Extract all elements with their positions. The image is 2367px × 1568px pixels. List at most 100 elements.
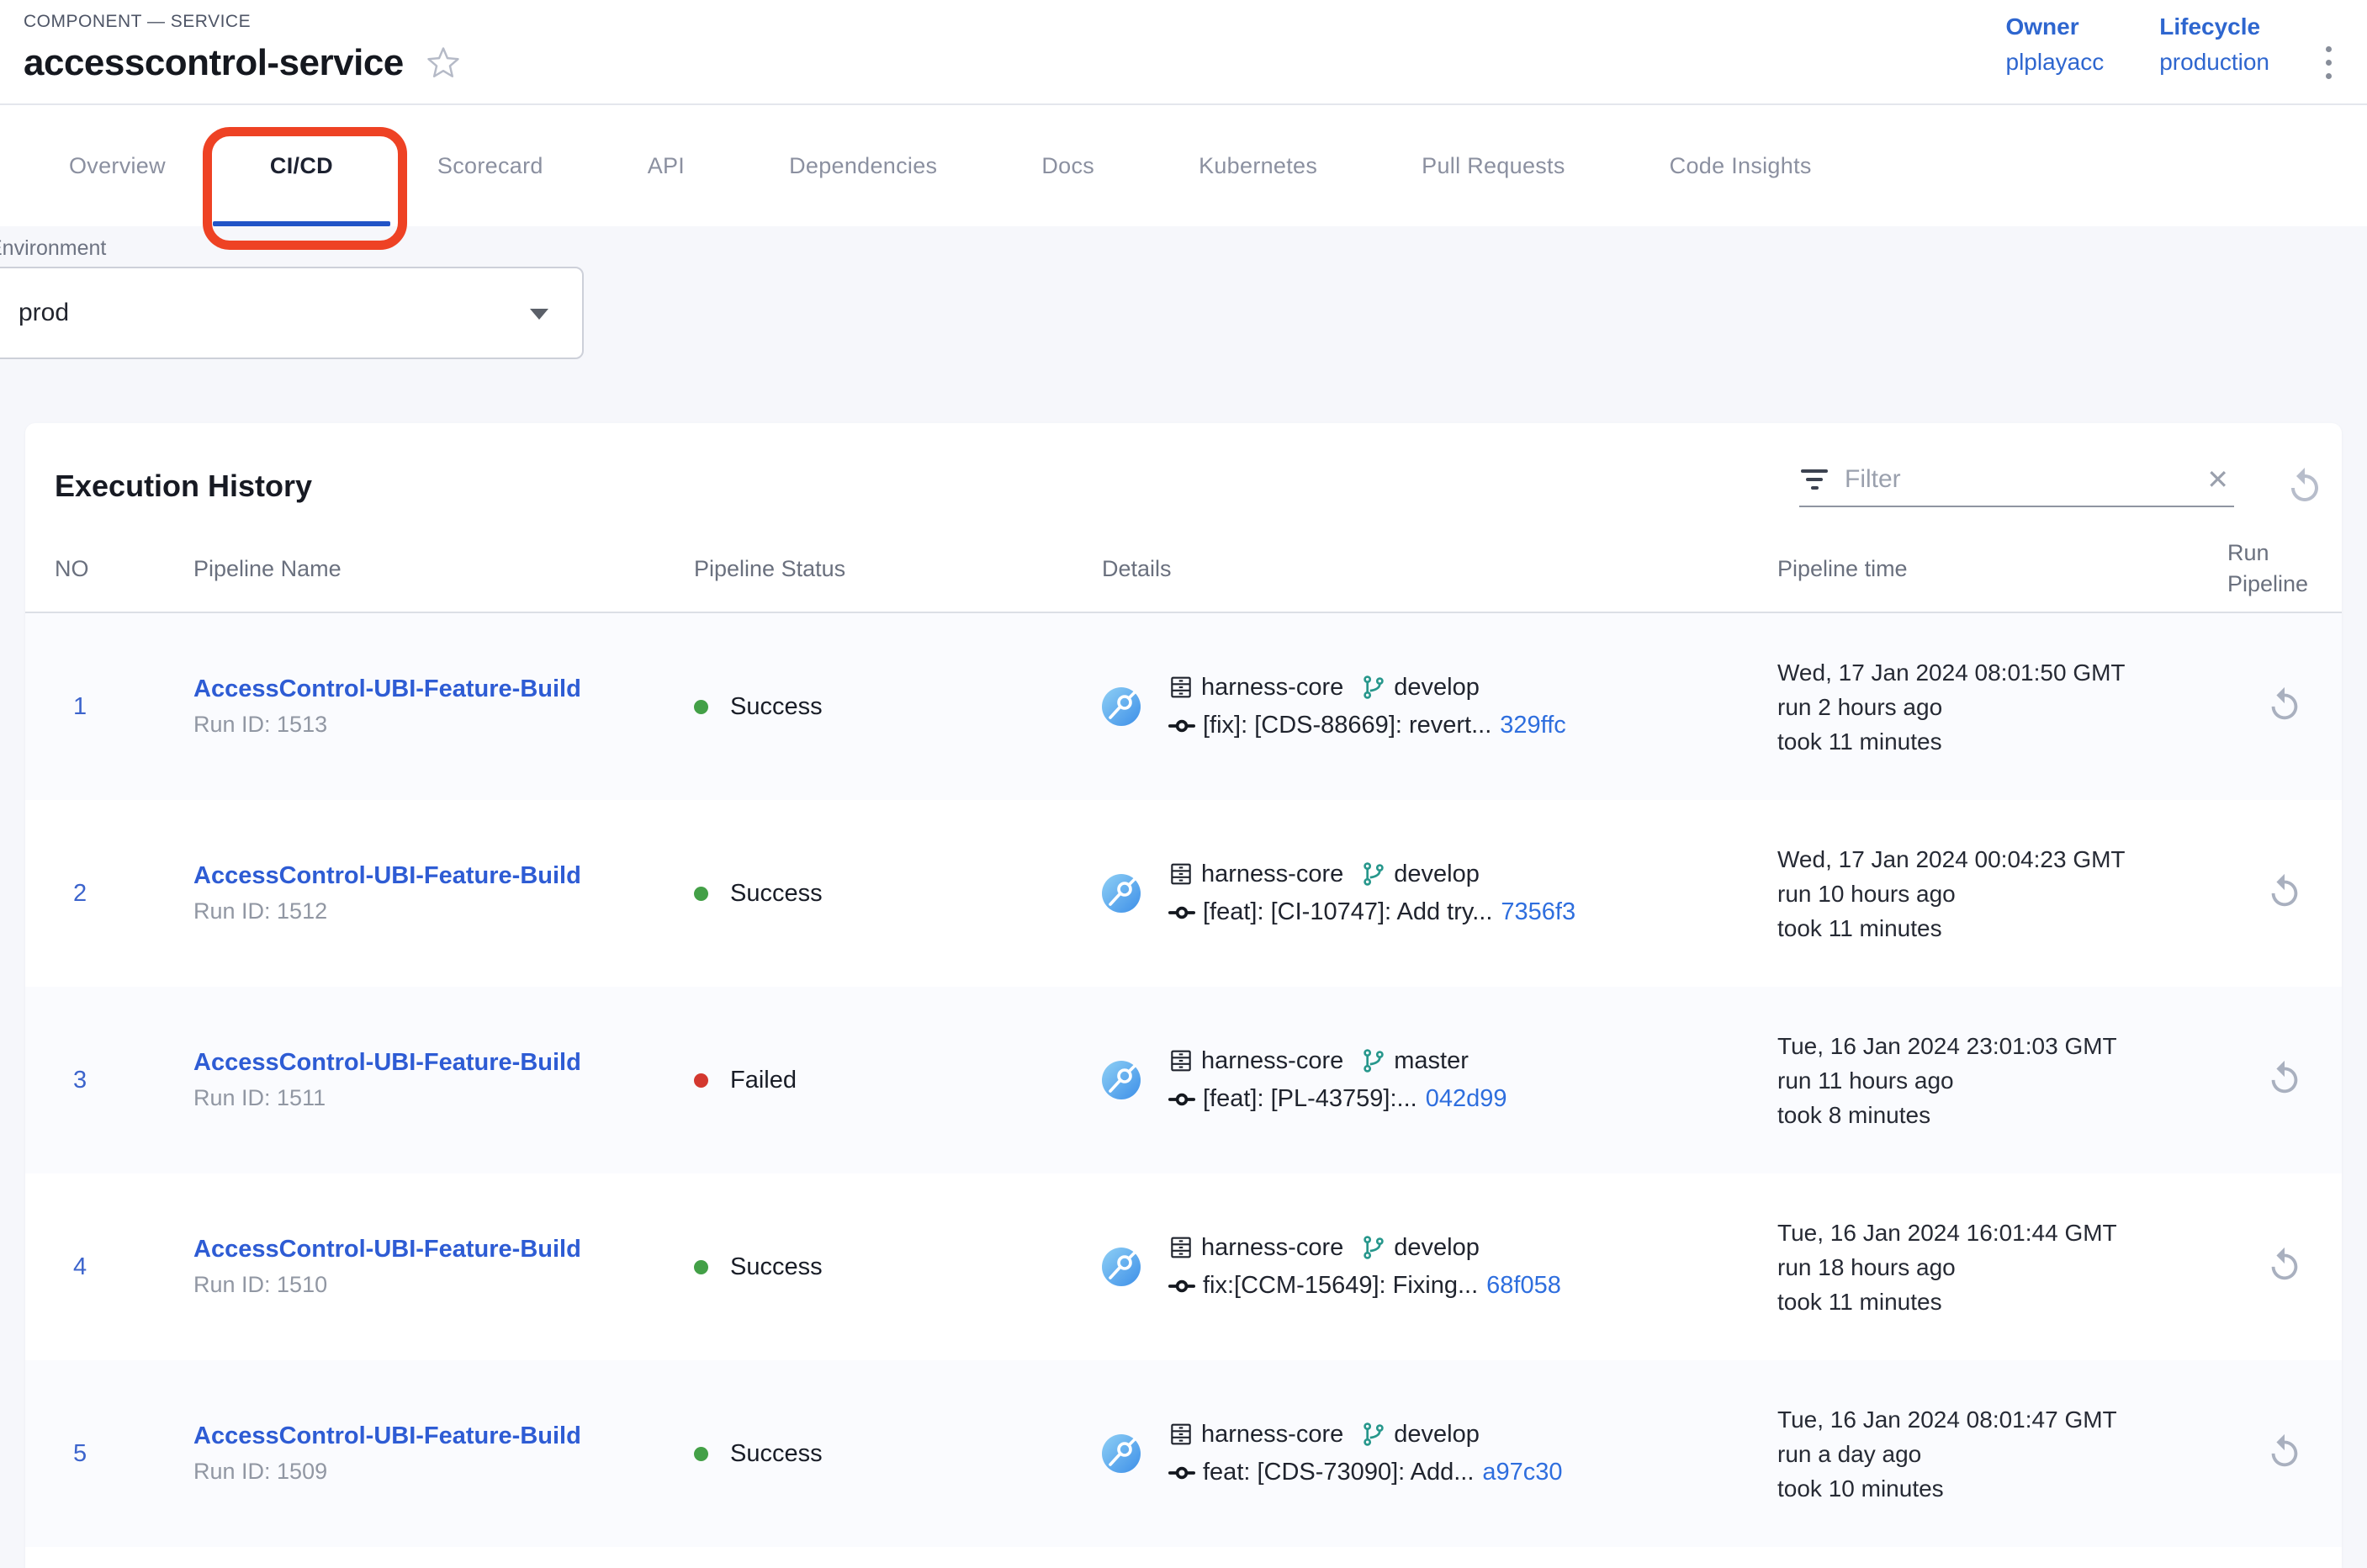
repo-name: harness-core	[1201, 1047, 1343, 1075]
time-gmt: Wed, 17 Jan 2024 08:01:50 GMT	[1777, 655, 2227, 690]
pipeline-time: Wed, 17 Jan 2024 00:04:23 GMT run 10 hou…	[1777, 842, 2227, 946]
tab[interactable]: Kubernetes	[1146, 105, 1369, 226]
owner-label: Owner	[2006, 13, 2105, 40]
git-branch-icon	[1360, 1234, 1387, 1261]
run-pipeline-icon[interactable]	[2265, 1059, 2304, 1098]
table-row: 1 AccessControl-UBI-Feature-Build Run ID…	[25, 613, 2342, 800]
tab-label: Code Insights	[1670, 153, 1812, 179]
section-title: Execution History	[55, 469, 312, 504]
commit-message: [fix]: [CDS-88669]: revert...	[1203, 712, 1491, 739]
commit-sha-link[interactable]: 7356f3	[1501, 898, 1575, 926]
refresh-icon[interactable]	[2285, 466, 2325, 506]
tab[interactable]: API	[596, 105, 737, 226]
branch-name: develop	[1394, 1421, 1480, 1449]
time-relative: run 2 hours ago	[1777, 690, 2227, 724]
environment-label: Environment	[0, 236, 2367, 260]
time-gmt: Wed, 17 Jan 2024 00:04:23 GMT	[1777, 842, 2227, 877]
pipeline-name-link[interactable]: AccessControl-UBI-Feature-Build	[193, 1422, 694, 1450]
commit-sha-link[interactable]: 329ffc	[1500, 712, 1565, 739]
run-id: Run ID: 1513	[193, 712, 694, 738]
commit-message: feat: [CDS-73090]: Add...	[1203, 1459, 1474, 1486]
commit-message: fix:[CCM-15649]: Fixing...	[1203, 1272, 1478, 1300]
filter-icon	[1799, 468, 1830, 491]
environment-select[interactable]: prod	[0, 267, 584, 359]
run-pipeline-icon[interactable]	[2265, 1246, 2304, 1285]
row-number: 3	[55, 1067, 193, 1094]
pipeline-execution-icon	[1102, 1061, 1141, 1099]
status-dot	[694, 887, 708, 901]
time-duration: took 8 minutes	[1777, 1098, 2227, 1132]
col-pipeline-name: Pipeline Name	[193, 556, 694, 582]
repo-icon	[1168, 1047, 1194, 1074]
time-duration: took 11 minutes	[1777, 911, 2227, 946]
git-commit-icon	[1168, 1085, 1196, 1114]
status-label: Success	[730, 880, 823, 908]
commit-sha-link[interactable]: 042d99	[1426, 1085, 1507, 1113]
repo-icon	[1168, 1421, 1194, 1448]
commit-sha-link[interactable]: a97c30	[1482, 1459, 1562, 1486]
filter-input[interactable]	[1845, 465, 2191, 494]
lifecycle-meta: Lifecycle production	[2159, 13, 2269, 76]
tab-label: Pull Requests	[1422, 153, 1565, 179]
tab[interactable]: CI/CD	[218, 105, 385, 226]
git-commit-icon	[1168, 1459, 1196, 1487]
time-relative: run 18 hours ago	[1777, 1250, 2227, 1285]
status-dot	[694, 1260, 708, 1274]
row-number: 2	[55, 880, 193, 908]
tab[interactable]: Docs	[989, 105, 1146, 226]
table-row: 2 AccessControl-UBI-Feature-Build Run ID…	[25, 800, 2342, 987]
row-number: 1	[55, 693, 193, 721]
tab-label: Dependencies	[789, 153, 937, 179]
row-number: 4	[55, 1253, 193, 1281]
pipeline-execution-icon	[1102, 1434, 1141, 1473]
tab[interactable]: Pull Requests	[1369, 105, 1618, 226]
run-pipeline-icon[interactable]	[2265, 1433, 2304, 1471]
pipeline-execution-icon	[1102, 1248, 1141, 1286]
tab[interactable]: Scorecard	[385, 105, 596, 226]
tab[interactable]: Overview	[17, 105, 218, 226]
git-branch-icon	[1360, 1047, 1387, 1074]
status-label: Success	[730, 1440, 823, 1468]
table-row: 4 AccessControl-UBI-Feature-Build Run ID…	[25, 1173, 2342, 1360]
lifecycle-label: Lifecycle	[2159, 13, 2269, 40]
run-pipeline-icon[interactable]	[2265, 686, 2304, 724]
commit-message: [feat]: [PL-43759]:...	[1203, 1085, 1417, 1113]
status-dot	[694, 1073, 708, 1088]
time-gmt: Tue, 16 Jan 2024 08:01:47 GMT	[1777, 1402, 2227, 1437]
status-label: Failed	[730, 1067, 797, 1094]
branch-name: develop	[1394, 674, 1480, 702]
clear-filter-icon[interactable]: ✕	[2206, 466, 2234, 493]
branch-name: master	[1394, 1047, 1469, 1075]
git-commit-icon	[1168, 712, 1196, 740]
pipeline-name-link[interactable]: AccessControl-UBI-Feature-Build	[193, 675, 694, 703]
page-title: accesscontrol-service	[24, 42, 404, 84]
tab-label: Scorecard	[437, 153, 543, 179]
environment-selected-value: prod	[19, 299, 69, 327]
favorite-star-icon[interactable]	[426, 45, 461, 81]
time-relative: run a day ago	[1777, 1437, 2227, 1471]
more-options-kebab-icon[interactable]	[2311, 39, 2345, 86]
tab[interactable]: Dependencies	[737, 105, 989, 226]
col-details: Details	[1102, 556, 1777, 582]
tab-label: API	[648, 153, 685, 179]
pipeline-name-link[interactable]: AccessControl-UBI-Feature-Build	[193, 1236, 694, 1263]
table-header: NO Pipeline Name Pipeline Status Details…	[25, 524, 2342, 613]
git-branch-icon	[1360, 1421, 1387, 1448]
owner-value-link[interactable]: plplayacc	[2006, 49, 2105, 76]
run-pipeline-icon[interactable]	[2265, 872, 2304, 911]
pipeline-name-link[interactable]: AccessControl-UBI-Feature-Build	[193, 1049, 694, 1077]
status-dot	[694, 700, 708, 714]
execution-history-card: Execution History ✕ NO Pipeline Name Pip…	[25, 423, 2342, 1568]
commit-sha-link[interactable]: 68f058	[1486, 1272, 1561, 1300]
git-commit-icon	[1168, 898, 1196, 927]
pipeline-name-link[interactable]: AccessControl-UBI-Feature-Build	[193, 862, 694, 890]
time-gmt: Tue, 16 Jan 2024 16:01:44 GMT	[1777, 1216, 2227, 1250]
repo-icon	[1168, 861, 1194, 887]
col-pipeline-status: Pipeline Status	[694, 556, 1102, 582]
environment-section: Environment prod	[0, 236, 2367, 359]
git-branch-icon	[1360, 674, 1387, 701]
tab[interactable]: Code Insights	[1618, 105, 1864, 226]
repo-name: harness-core	[1201, 1234, 1343, 1262]
pipeline-time: Wed, 17 Jan 2024 08:01:50 GMT run 2 hour…	[1777, 655, 2227, 759]
table-row: 5 AccessControl-UBI-Feature-Build Run ID…	[25, 1360, 2342, 1547]
